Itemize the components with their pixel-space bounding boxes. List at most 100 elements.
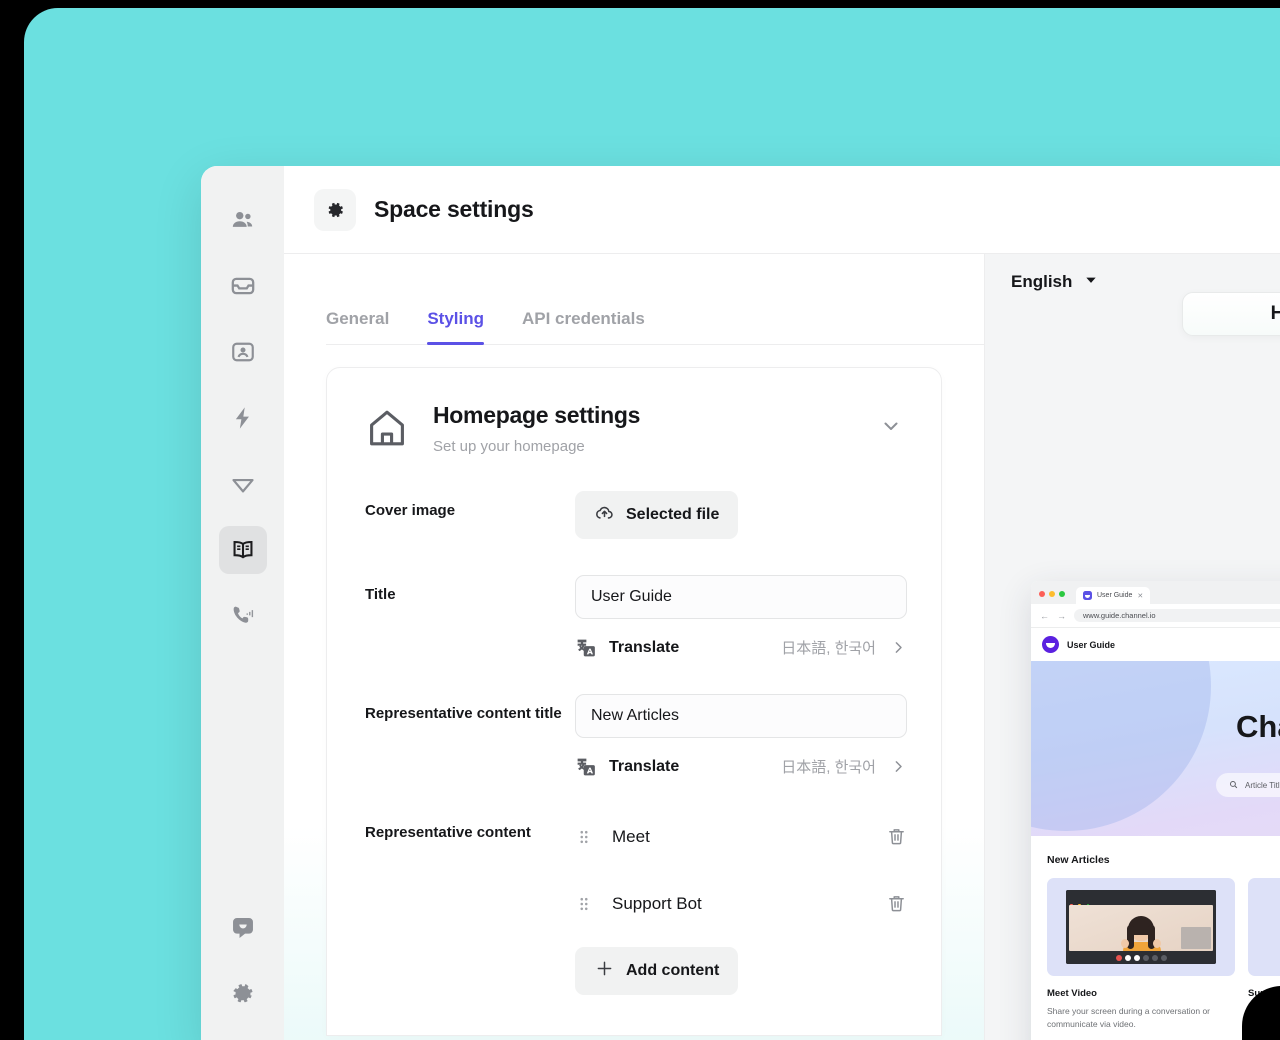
team-people-icon (230, 207, 256, 233)
translate-languages: 日本語, 한국어 (781, 640, 876, 657)
list-item-label: Support Bot (612, 893, 702, 913)
card-title: Homepage settings (433, 402, 641, 428)
meet-video-mock-image (1066, 890, 1216, 964)
body-split: General Styling API credentials Homepage… (284, 254, 1280, 1040)
list-item[interactable]: Support Bot (575, 880, 907, 927)
add-content-button[interactable]: Add content (575, 947, 739, 995)
home-icon (365, 406, 409, 455)
article-card-title: Meet Video (1047, 988, 1097, 999)
site-body: New Articles Meet Video Share your scree… (1031, 836, 1280, 1040)
form-row-rep-content-title: Representative content title New Article… (365, 694, 907, 777)
page-title: Space settings (374, 196, 534, 222)
window-minimize-dot (1049, 591, 1055, 597)
article-card-description: Share your screen during a conversation … (1047, 1006, 1211, 1029)
window-close-dot (1039, 591, 1045, 597)
sidebar-item-settings[interactable] (219, 970, 267, 1018)
desktop-backdrop: Space settings General Styling API crede… (24, 8, 1280, 1040)
preview-pane: English Home (984, 254, 1280, 1040)
sidebar-item-user-guide[interactable] (218, 526, 267, 574)
article-card[interactable]: Support Decrease inquiries (1248, 878, 1280, 1031)
new-articles-heading: New Articles (1047, 854, 1110, 866)
article-card[interactable]: Meet Video Share your screen during a co… (1047, 878, 1235, 1031)
tab-api-credentials[interactable]: API credentials (522, 309, 645, 345)
meet-mock-stage (1069, 905, 1213, 951)
browser-url-text[interactable]: www.guide.channel.io (1074, 609, 1280, 622)
title-translate-row[interactable]: Translate 日本語, 한국어 (575, 637, 907, 658)
window-maximize-dot (1059, 591, 1065, 597)
chevron-down-icon (1084, 272, 1098, 292)
browser-tab[interactable]: User Guide ✕ (1076, 587, 1151, 604)
translate-icon (575, 637, 596, 658)
contact-card-icon (230, 339, 256, 365)
browser-urlbar: ← → www.guide.channel.io (1031, 604, 1280, 628)
trash-icon[interactable] (886, 826, 907, 847)
site-hero: Cha Article Title, Content (1031, 661, 1280, 836)
search-icon (1229, 780, 1238, 791)
meet-mock-person (1121, 916, 1161, 951)
card-header: Homepage settings Set up your homepage (365, 402, 903, 455)
close-icon[interactable]: ✕ (1137, 592, 1143, 600)
gear-settings-icon (230, 981, 256, 1007)
chevron-right-icon (890, 758, 907, 775)
selected-file-button[interactable]: Selected file (575, 491, 739, 539)
preview-tab-home-label: Home (1271, 303, 1280, 325)
list-item-label: Meet (612, 826, 650, 846)
site-logo-icon (1042, 636, 1059, 653)
translate-label: Translate (609, 757, 680, 775)
sidebar-item-automation[interactable] (219, 394, 267, 442)
form-row-title: Title User Guide Translate 日本語, 한국어 (365, 575, 907, 658)
drag-handle-icon[interactable] (575, 895, 593, 913)
sidebar-item-channel-chat[interactable] (219, 904, 267, 952)
language-select[interactable]: English (1011, 272, 1098, 292)
article-card-description: Decrease inquiries (1248, 1006, 1280, 1016)
sidebar-rail (201, 166, 284, 1040)
list-item[interactable]: Meet (575, 813, 907, 860)
form-row-rep-content: Representative content Meet Support Bot … (365, 813, 904, 995)
tab-styling[interactable]: Styling (427, 309, 484, 345)
hero-decoration-blob (1031, 661, 1211, 831)
lightning-bolt-icon (230, 405, 256, 431)
main-area: Space settings General Styling API crede… (284, 166, 1280, 1040)
preview-tab-home[interactable]: Home (1182, 292, 1280, 336)
sidebar-item-team[interactable] (219, 196, 267, 244)
sidebar-item-contacts[interactable] (219, 328, 267, 376)
card-header-text: Homepage settings Set up your homepage (433, 402, 879, 455)
cloud-upload-icon (594, 502, 615, 528)
chevron-down-icon[interactable] (879, 414, 903, 443)
title-label: Title (365, 586, 396, 603)
settings-pane: General Styling API credentials Homepage… (284, 254, 984, 1040)
tab-bar: General Styling API credentials (284, 254, 984, 345)
gear-icon (314, 188, 356, 231)
hero-title: Cha (1236, 709, 1280, 744)
meet-mock-controls (1066, 952, 1216, 964)
chevron-right-icon (890, 639, 907, 656)
sidebar-item-calls[interactable] (219, 592, 267, 640)
browser-tab-title: User Guide (1097, 592, 1133, 599)
page-header: Space settings (284, 166, 1280, 254)
article-card-title: Support (1248, 988, 1280, 999)
tab-general[interactable]: General (326, 309, 389, 345)
form-row-cover-image: Cover image Selected file (365, 491, 903, 539)
cover-image-label: Cover image (365, 502, 456, 519)
article-card-list: Meet Video Share your screen during a co… (1047, 878, 1280, 1031)
favicon-icon (1083, 591, 1092, 600)
translate-label: Translate (609, 638, 680, 656)
arrow-left-icon[interactable]: ← (1040, 611, 1049, 621)
rep-content-title-input[interactable] (575, 694, 907, 738)
arrow-right-icon[interactable]: → (1057, 611, 1066, 621)
card-subtitle: Set up your homepage (433, 438, 585, 455)
rep-title-translate-row[interactable]: Translate 日本語, 한국어 (575, 756, 907, 777)
drag-handle-icon[interactable] (575, 828, 593, 846)
channel-chat-logo-icon (230, 915, 256, 941)
paper-plane-icon (230, 471, 256, 497)
hero-search-placeholder: Article Title, Content (1245, 780, 1280, 790)
settings-scroll-area: Homepage settings Set up your homepage C… (284, 345, 984, 1040)
trash-icon[interactable] (886, 893, 907, 914)
sidebar-item-marketing[interactable] (219, 460, 267, 508)
title-input[interactable] (575, 575, 907, 619)
hero-search-input[interactable]: Article Title, Content (1216, 773, 1280, 797)
add-content-label: Add content (626, 962, 720, 979)
inbox-tray-icon (230, 273, 256, 299)
sidebar-item-inbox[interactable] (219, 262, 267, 310)
translate-icon (575, 756, 596, 777)
